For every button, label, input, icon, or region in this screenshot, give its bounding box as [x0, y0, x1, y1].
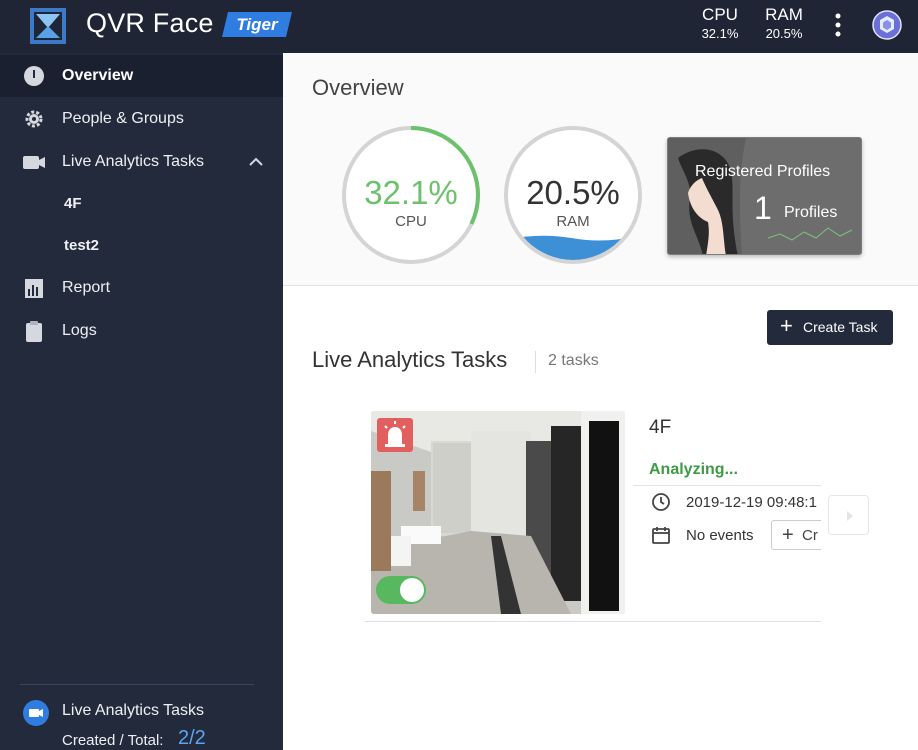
toggle-knob — [400, 578, 424, 602]
sidebar-item-label: Logs — [62, 322, 97, 339]
app-title: QVR Face — [86, 8, 214, 38]
tasks-count: 2 tasks — [548, 352, 599, 369]
chevron-up-icon[interactable] — [248, 155, 264, 167]
sidebar-item-live-analytics[interactable]: Live Analytics Tasks — [0, 141, 283, 183]
overview-title: Overview — [312, 75, 404, 100]
profiles-count: 1 — [754, 190, 772, 226]
sidebar-subitem-test2[interactable]: test2 — [0, 226, 283, 266]
clock-icon — [651, 492, 671, 512]
sidebar-item-label: Report — [62, 279, 111, 296]
profiles-unit: Profiles — [784, 204, 838, 221]
calendar-icon — [651, 525, 671, 545]
footer-count-label: Created / Total: — [62, 732, 164, 749]
user-avatar-icon[interactable] — [872, 10, 902, 40]
ram-gauge-value: 20.5% — [526, 174, 620, 211]
cpu-gauge-value: 32.1% — [364, 174, 458, 211]
camera-icon — [22, 151, 46, 173]
app-header: QVR Face Tiger CPU 32.1% RAM 20.5% — [0, 0, 918, 53]
cpu-gauge-label: CPU — [395, 213, 427, 230]
camera-icon — [22, 699, 50, 727]
chevron-right-icon — [847, 511, 853, 521]
header-cpu-value: 32.1% — [701, 26, 739, 41]
registered-profiles-card[interactable]: Registered Profiles 1 Profiles — [667, 137, 862, 255]
sidebar-item-people-groups[interactable]: People & Groups — [0, 98, 283, 140]
task-status: Analyzing... — [649, 461, 738, 478]
ram-gauge: 20.5% RAM — [503, 125, 643, 265]
bar-chart-icon — [22, 277, 46, 299]
task-name[interactable]: 4F — [649, 417, 671, 439]
edition-label: Tiger — [236, 15, 278, 34]
header-ram-stat: RAM 20.5% — [760, 5, 808, 43]
clipboard-icon — [22, 320, 46, 342]
create-task-label: Create Task — [803, 319, 878, 335]
next-task-button[interactable] — [828, 495, 869, 535]
task-create-button[interactable]: + Cr — [771, 520, 821, 550]
tasks-section-title: Live Analytics Tasks — [312, 347, 508, 372]
sidebar: Overview People & Groups Live Analytics … — [0, 53, 283, 750]
app-logo-icon — [28, 6, 68, 46]
task-divider — [633, 485, 821, 486]
cpu-gauge: 32.1% CPU — [341, 125, 481, 265]
sidebar-item-logs[interactable]: Logs — [0, 310, 283, 352]
footer-count-value: 2/2 — [178, 727, 206, 749]
main-content: Overview 32.1% CPU 20.5% RAM Registered … — [283, 53, 918, 750]
sidebar-item-report[interactable]: Report — [0, 267, 283, 309]
sidebar-divider — [20, 684, 254, 685]
sidebar-subitem-4f[interactable]: 4F — [0, 184, 283, 224]
info-icon — [22, 65, 46, 87]
task-enable-toggle[interactable] — [376, 576, 426, 604]
footer-tasks-title: Live Analytics Tasks — [62, 702, 204, 719]
profiles-card-title: Registered Profiles — [695, 163, 831, 180]
create-task-button[interactable]: + Create Task — [767, 310, 893, 345]
header-ram-value: 20.5% — [765, 26, 803, 41]
header-cpu-stat: CPU 32.1% — [697, 5, 743, 43]
task-events: No events — [686, 527, 754, 544]
tasks-title-separator — [535, 351, 536, 373]
alarm-icon — [377, 418, 413, 452]
header-cpu-label: CPU — [702, 5, 738, 24]
sidebar-subitem-label: 4F — [64, 195, 82, 212]
sidebar-item-label: Overview — [62, 67, 134, 84]
ram-gauge-label: RAM — [556, 213, 590, 230]
task-time: 2019-12-19 09:48:1 — [686, 494, 817, 511]
sidebar-item-overview[interactable]: Overview — [0, 55, 283, 97]
task-create-label: Cr — [802, 527, 818, 544]
overview-panel: Overview 32.1% CPU 20.5% RAM Registered … — [283, 53, 918, 286]
gear-icon — [22, 108, 46, 130]
task-camera-thumbnail[interactable] — [371, 411, 625, 614]
plus-icon: + — [782, 524, 794, 546]
header-ram-label: RAM — [765, 5, 803, 24]
edition-badge: Tiger — [222, 12, 292, 37]
sidebar-item-label: Live Analytics Tasks — [62, 153, 204, 170]
sidebar-item-label: People & Groups — [62, 110, 184, 127]
sidebar-subitem-label: test2 — [64, 237, 100, 254]
task-card-4f[interactable]: 4F Analyzing... 2019-12-19 09:48:1 No ev… — [365, 408, 821, 622]
more-menu-icon[interactable] — [826, 10, 850, 42]
plus-icon: + — [780, 313, 793, 338]
